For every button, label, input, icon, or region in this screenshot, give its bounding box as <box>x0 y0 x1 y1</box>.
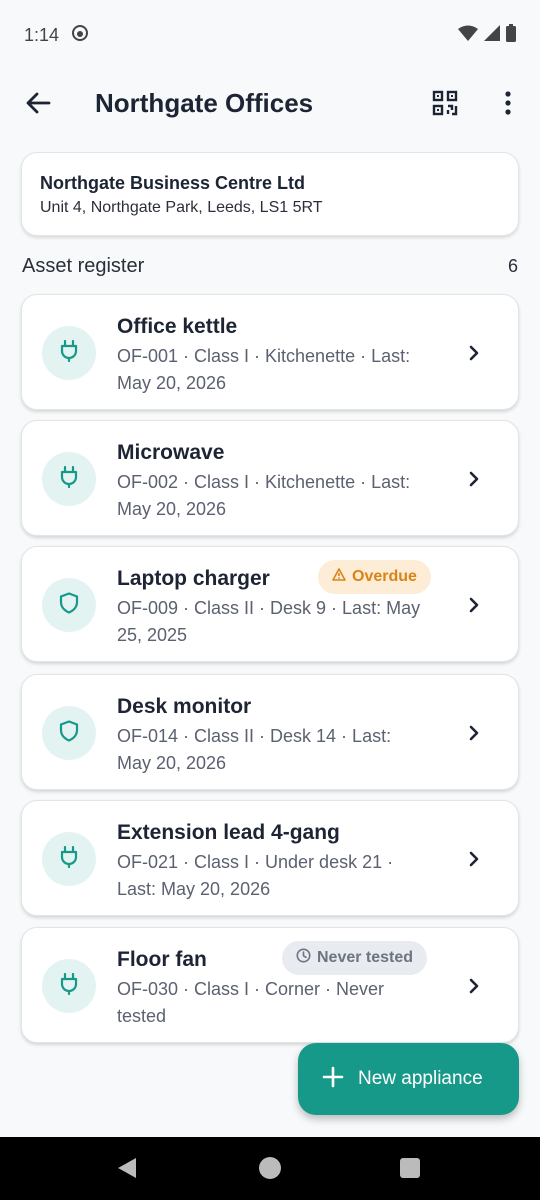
asset-name: Floor fan <box>117 948 207 971</box>
asset-card-office-kettle[interactable]: Office kettle OF-001 · Class I · Kitchen… <box>21 294 519 410</box>
never-tested-badge: Never tested <box>282 941 428 975</box>
wifi-icon <box>458 25 478 46</box>
plug-icon <box>59 972 79 1000</box>
nav-back-icon[interactable] <box>116 1157 138 1184</box>
fab-label: New appliance <box>358 1068 483 1089</box>
asset-detail: OF-030 · Class I · Corner · Never tested <box>117 979 385 1026</box>
chevron-right-icon <box>460 465 488 493</box>
asset-detail: OF-001 · Class I · Kitchenette · Last: M… <box>117 346 411 393</box>
asset-icon-wrap <box>42 959 96 1013</box>
client-name: Northgate Business Centre Ltd <box>40 173 306 193</box>
page-title: Northgate Offices <box>95 88 314 118</box>
plug-icon <box>59 339 79 367</box>
nav-recents-icon[interactable] <box>400 1158 420 1178</box>
asset-icon-wrap <box>42 832 96 886</box>
notification-icon <box>71 24 89 47</box>
shield-icon <box>59 719 79 747</box>
chevron-right-icon <box>460 719 488 747</box>
app-bar: Northgate Offices <box>0 70 540 140</box>
asset-name: Extension lead 4-gang <box>117 821 340 844</box>
asset-card-extension-lead[interactable]: Extension lead 4-gang OF-021 · Class I ·… <box>21 800 519 916</box>
overdue-badge: Overdue <box>318 560 431 594</box>
badge-label: Never tested <box>317 949 414 966</box>
nav-home-icon[interactable] <box>259 1157 281 1179</box>
chevron-right-icon <box>460 972 488 1000</box>
status-right <box>458 23 516 47</box>
back-arrow-icon <box>25 90 51 121</box>
asset-name: Laptop charger <box>117 567 270 590</box>
status-time: 1:14 <box>24 24 60 45</box>
asset-icon-wrap <box>42 706 96 760</box>
qr-scan-button[interactable] <box>423 83 467 127</box>
asset-name: Desk monitor <box>117 695 252 718</box>
asset-register-header: Asset register 6 <box>22 255 520 278</box>
client-address: Unit 4, Northgate Park, Leeds, LS1 5RT <box>40 199 323 216</box>
asset-detail: OF-021 · Class I · Under desk 21 · Last:… <box>117 852 394 899</box>
asset-icon-wrap <box>42 452 96 506</box>
battery-icon <box>506 23 516 47</box>
chevron-right-icon <box>460 591 488 619</box>
status-bar: 1:14 <box>0 0 540 70</box>
shield-icon <box>59 591 79 619</box>
asset-register-title: Asset register <box>22 255 145 277</box>
new-appliance-button[interactable]: New appliance <box>298 1043 519 1115</box>
system-nav-bar <box>0 1137 540 1200</box>
asset-count: 6 <box>507 256 518 276</box>
chevron-right-icon <box>460 845 488 873</box>
signal-icon <box>484 24 500 46</box>
status-left: 1:14 <box>24 24 89 47</box>
chevron-right-icon <box>460 339 488 367</box>
asset-card-desk-monitor[interactable]: Desk monitor OF-014 · Class II · Desk 14… <box>21 674 519 790</box>
more-options-button[interactable] <box>486 83 530 127</box>
back-button[interactable] <box>16 83 60 127</box>
warning-icon <box>332 568 346 586</box>
asset-detail: OF-014 · Class II · Desk 14 · Last: May … <box>117 726 392 773</box>
asset-icon-wrap <box>42 326 96 380</box>
asset-detail: OF-009 · Class II · Desk 9 · Last: May 2… <box>117 598 421 645</box>
badge-label: Overdue <box>352 568 417 585</box>
more-vert-icon <box>504 90 512 120</box>
asset-card-microwave[interactable]: Microwave OF-002 · Class I · Kitchenette… <box>21 420 519 536</box>
clock-icon <box>296 948 311 968</box>
plug-icon <box>59 845 79 873</box>
asset-card-laptop-charger[interactable]: Laptop charger Overdue OF-009 · Class II… <box>21 546 519 662</box>
plus-icon <box>322 1066 344 1093</box>
asset-icon-wrap <box>42 578 96 632</box>
asset-detail: OF-002 · Class I · Kitchenette · Last: M… <box>117 472 411 519</box>
asset-name: Office kettle <box>117 315 238 338</box>
client-card: Northgate Business Centre Ltd Unit 4, No… <box>21 152 519 236</box>
asset-name: Microwave <box>117 441 225 464</box>
plug-icon <box>59 465 79 493</box>
asset-card-floor-fan[interactable]: Floor fan Never tested OF-030 · Class I … <box>21 927 519 1043</box>
qr-code-icon <box>431 89 459 122</box>
